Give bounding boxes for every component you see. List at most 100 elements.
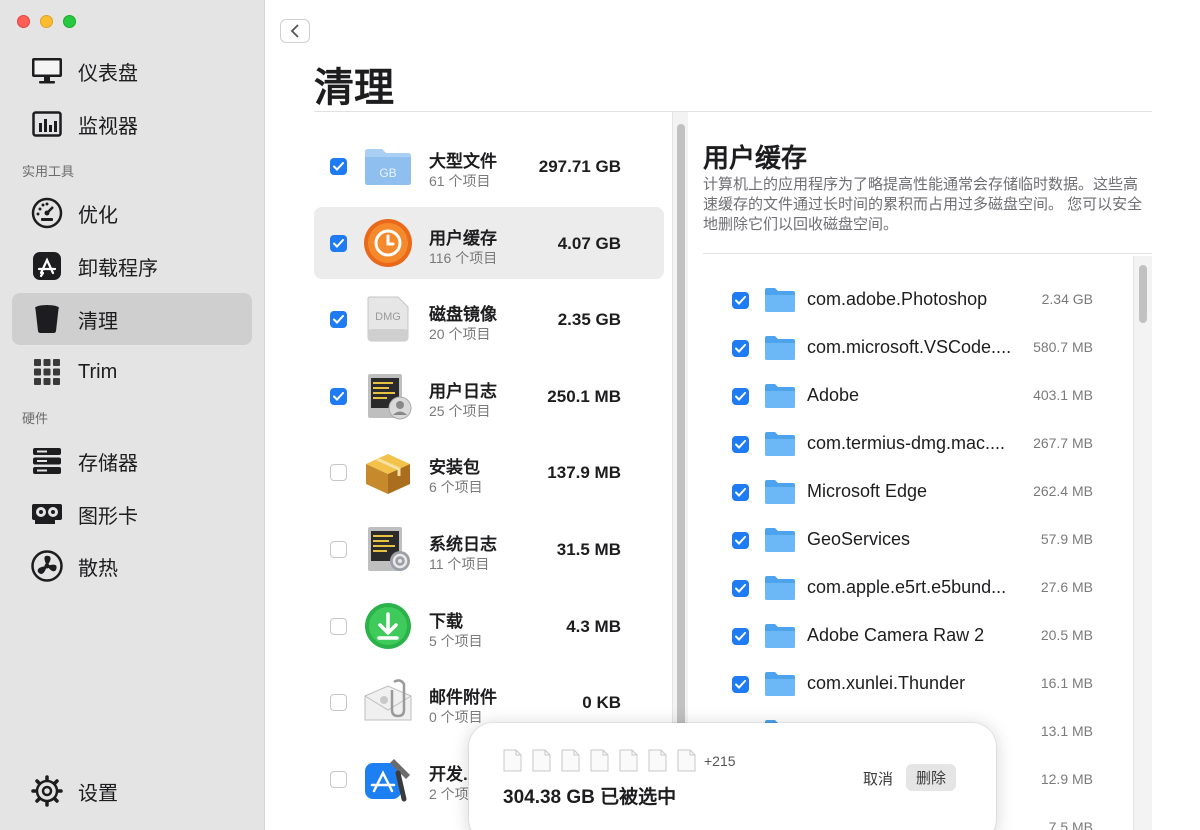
checkbox-unchecked[interactable] — [330, 770, 347, 788]
checkbox-unchecked[interactable] — [330, 540, 347, 558]
category-row-large-files[interactable]: GB 大型文件 61 个项目 297.71 GB — [314, 130, 664, 202]
category-name: 系统日志 — [429, 534, 497, 554]
file-row[interactable]: com.apple.e5rt.e5bund... 27.6 MB — [700, 564, 1130, 612]
checkbox-checked[interactable] — [330, 234, 347, 252]
sidebar-item-optimize[interactable]: 优化 — [12, 187, 252, 239]
sidebar-item-dashboard[interactable]: 仪表盘 — [12, 45, 252, 97]
folder-icon — [764, 382, 796, 409]
checkbox-checked[interactable] — [732, 292, 749, 309]
back-button[interactable] — [280, 19, 310, 43]
checkbox-checked[interactable] — [330, 311, 347, 329]
checkbox-checked[interactable] — [732, 388, 749, 405]
zoom-window-button[interactable] — [63, 15, 76, 28]
file-size: 7.5 MB — [1048, 819, 1093, 830]
cancel-button[interactable]: 取消 — [857, 766, 899, 791]
category-row-user-logs[interactable]: 用户日志 25 个项目 250.1 MB — [314, 360, 664, 432]
delete-button[interactable]: 删除 — [906, 764, 957, 791]
checkbox-checked[interactable] — [732, 580, 749, 597]
file-row[interactable]: Adobe Camera Raw 2 20.5 MB — [700, 612, 1130, 660]
selected-file-thumbnails — [503, 749, 696, 772]
file-icon — [532, 749, 551, 772]
sidebar: 仪表盘 监视器 实用工具 优化 卸载程序 清理 Trim 硬件 存储器 图形卡 … — [0, 0, 265, 830]
category-list: GB 大型文件 61 个项目 297.71 GB 用户缓存 116 个项目 4.… — [314, 130, 664, 819]
category-size: 4.3 MB — [566, 616, 621, 636]
category-size: 137.9 MB — [547, 463, 621, 483]
checkbox-checked[interactable] — [732, 484, 749, 501]
checkbox-checked[interactable] — [330, 387, 347, 405]
category-name: 安装包 — [429, 458, 480, 478]
checkbox-checked[interactable] — [732, 628, 749, 645]
dmg-icon: DMG — [362, 293, 414, 345]
checkbox-checked[interactable] — [732, 532, 749, 549]
file-row[interactable]: Microsoft Edge 262.4 MB — [700, 468, 1130, 516]
scrollbar-thumb[interactable] — [677, 124, 685, 814]
sidebar-item-monitor[interactable]: 监视器 — [12, 98, 252, 150]
user-log-icon — [362, 370, 414, 422]
large-files-folder-icon: GB — [362, 140, 414, 192]
scrollbar-thumb[interactable] — [1139, 265, 1147, 323]
section-label-hardware: 硬件 — [22, 411, 49, 426]
minimize-window-button[interactable] — [40, 15, 53, 28]
file-row[interactable]: com.xunlei.Thunder 16.1 MB — [700, 660, 1130, 708]
category-row-downloads[interactable]: 下载 5 个项目 4.3 MB — [314, 590, 664, 662]
grid-icon — [30, 355, 64, 389]
file-name: Adobe Camera Raw 2 — [807, 625, 985, 645]
checkbox-unchecked[interactable] — [330, 617, 347, 635]
checkbox-unchecked[interactable] — [330, 464, 347, 482]
category-size: 2.35 GB — [557, 310, 621, 330]
display-icon — [30, 54, 64, 88]
checkbox-checked[interactable] — [732, 436, 749, 453]
selection-panel: +215 304.38 GB 已被选中 取消 删除 — [469, 723, 996, 830]
sidebar-item-label: 优化 — [78, 204, 118, 227]
close-window-button[interactable] — [17, 15, 30, 28]
category-row-user-cache[interactable]: 用户缓存 116 个项目 4.07 GB — [314, 206, 664, 279]
package-box-icon — [362, 446, 414, 498]
file-row[interactable]: com.adobe.Photoshop 2.34 GB — [700, 276, 1130, 324]
checkbox-checked[interactable] — [732, 340, 749, 357]
file-icon — [503, 749, 522, 772]
sidebar-item-uninstaller[interactable]: 卸载程序 — [12, 240, 252, 292]
file-row[interactable]: com.termius-dmg.mac.... 267.7 MB — [700, 420, 1130, 468]
category-name: 大型文件 — [429, 152, 497, 171]
file-row[interactable]: Adobe 403.1 MB — [700, 372, 1130, 420]
file-name: Microsoft Edge — [807, 481, 928, 501]
sidebar-item-label: 散热 — [78, 557, 118, 580]
folder-icon — [764, 526, 796, 553]
folder-icon — [764, 430, 796, 457]
page-title: 清理 — [314, 66, 394, 110]
sidebar-item-label: 卸载程序 — [78, 257, 158, 280]
app-store-icon — [30, 249, 64, 283]
file-name: GeoServices — [807, 529, 911, 549]
file-name: com.termius-dmg.mac.... — [807, 433, 1006, 453]
sidebar-item-trim[interactable]: Trim — [12, 346, 252, 398]
sidebar-item-label: 清理 — [78, 310, 118, 333]
file-row[interactable]: GeoServices 57.9 MB — [700, 516, 1130, 564]
sidebar-item-graphics[interactable]: 图形卡 — [12, 488, 252, 540]
sidebar-item-label: 图形卡 — [78, 505, 138, 528]
folder-icon — [764, 334, 796, 361]
sidebar-item-settings[interactable]: 设置 — [12, 765, 252, 817]
checkbox-checked[interactable] — [330, 158, 347, 175]
checkbox-checked[interactable] — [732, 676, 749, 693]
file-list-scrollbar[interactable] — [1133, 256, 1152, 830]
file-row[interactable]: com.microsoft.VSCode.... 580.7 MB — [700, 324, 1130, 372]
file-size: 20.5 MB — [1040, 627, 1093, 643]
file-size: 580.7 MB — [1033, 339, 1093, 355]
chevron-left-icon — [290, 24, 299, 38]
sidebar-item-label: Trim — [78, 360, 118, 383]
sidebar-item-clean[interactable]: 清理 — [12, 293, 252, 345]
category-count: 0 个项目 — [429, 709, 483, 726]
category-row-system-logs[interactable]: 系统日志 11 个项目 31.5 MB — [314, 513, 664, 585]
sidebar-item-label: 存储器 — [78, 452, 138, 475]
sidebar-item-storage[interactable]: 存储器 — [12, 435, 252, 487]
checkbox-unchecked[interactable] — [330, 694, 347, 712]
sidebar-item-label: 仪表盘 — [78, 62, 138, 85]
category-row-installers[interactable]: 安装包 6 个项目 137.9 MB — [314, 436, 664, 508]
category-row-disk-images[interactable]: DMG 磁盘镜像 20 个项目 2.35 GB — [314, 283, 664, 355]
folder-icon — [764, 622, 796, 649]
sidebar-item-cooling[interactable]: 散热 — [12, 540, 252, 592]
mail-attachment-icon — [362, 676, 414, 728]
file-size: 12.9 MB — [1040, 771, 1093, 787]
category-count: 20 个项目 — [429, 326, 491, 343]
file-size: 13.1 MB — [1040, 723, 1093, 739]
